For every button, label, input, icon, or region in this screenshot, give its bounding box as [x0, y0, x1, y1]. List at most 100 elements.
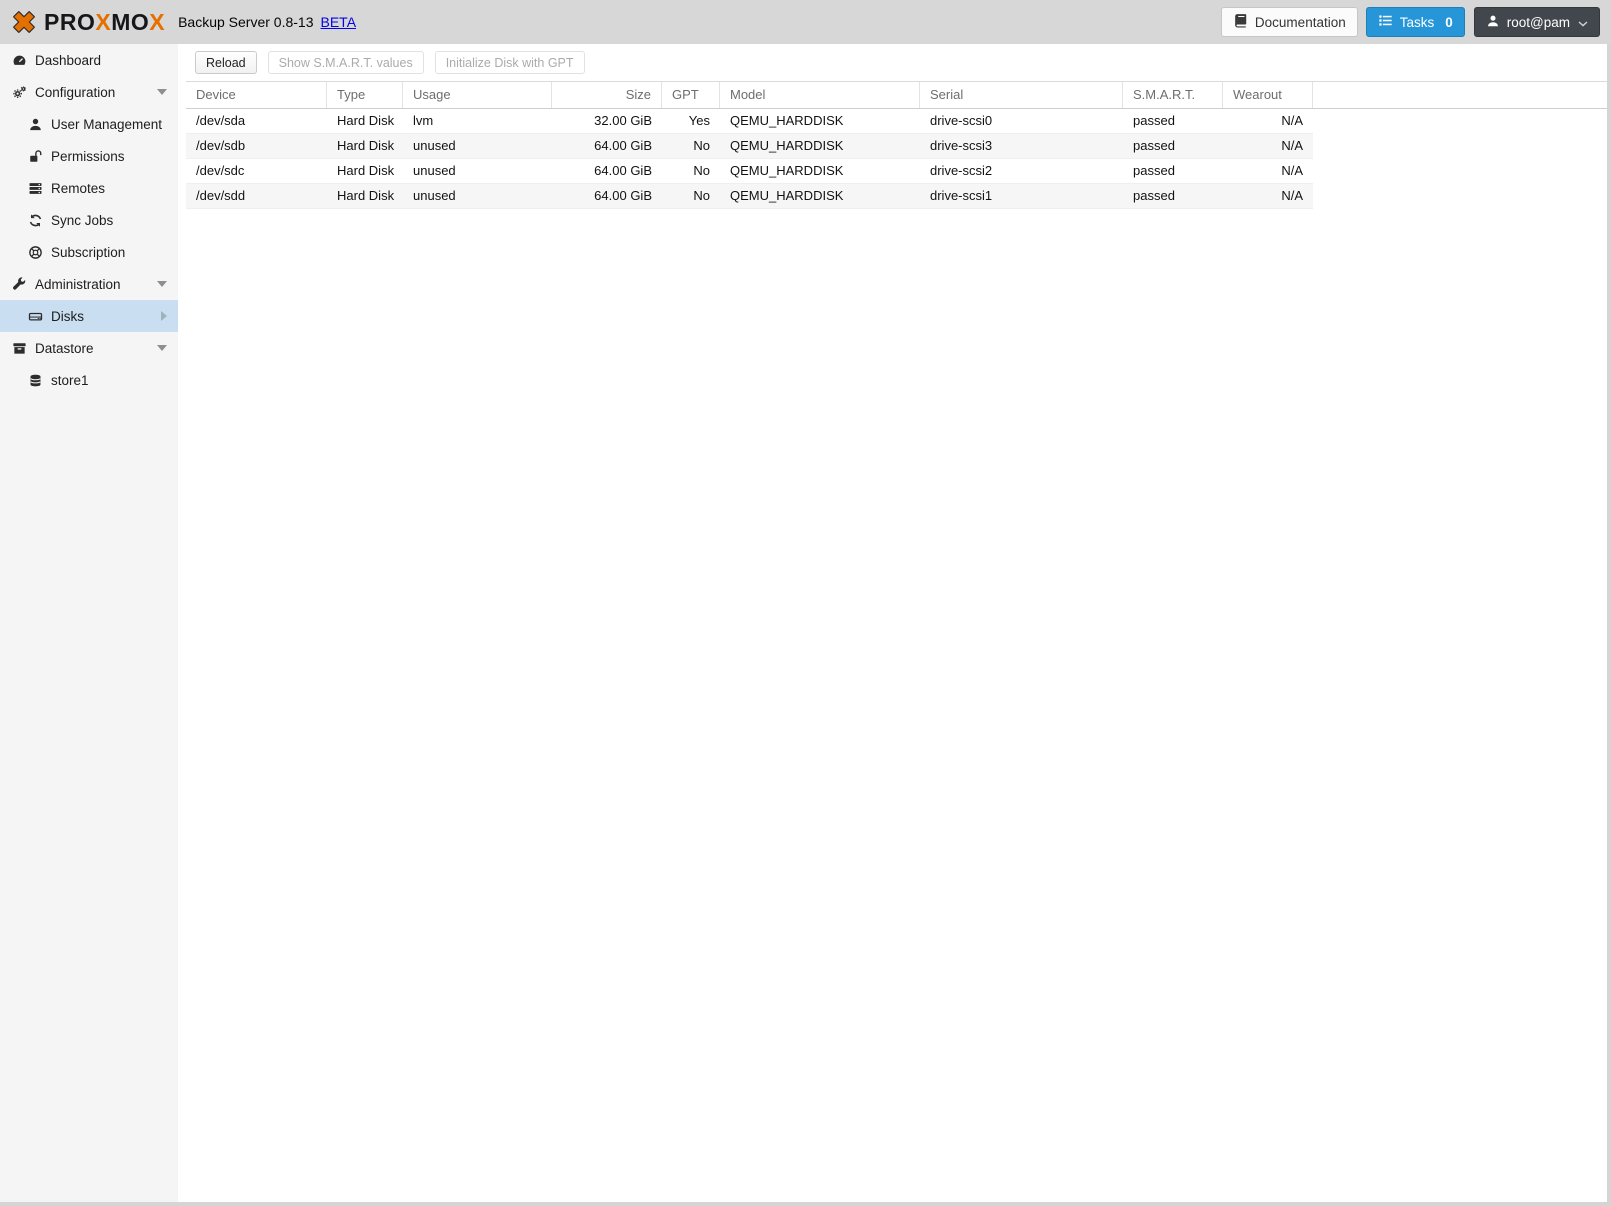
cell-size: 64.00 GiB [594, 188, 652, 203]
sidebar-item-remotes[interactable]: Remotes [0, 172, 178, 204]
user-label: root@pam [1506, 14, 1570, 30]
expand-arrow-icon[interactable] [161, 311, 167, 321]
sidebar-item-label: User Management [51, 116, 163, 132]
cell-serial: drive-scsi0 [930, 113, 993, 128]
database-icon [27, 373, 43, 388]
column-header-model[interactable]: Model [720, 82, 920, 108]
brand-text: PROXMOX [44, 8, 166, 35]
sidebar-item-label: Disks [51, 308, 84, 324]
sidebar-item-datastore[interactable]: Datastore [0, 332, 178, 364]
column-header-serial[interactable]: Serial [920, 82, 1123, 108]
collapse-arrow-icon[interactable] [157, 89, 167, 95]
sidebar: Dashboard Configuration User Management … [0, 44, 178, 1202]
sidebar-item-user-management[interactable]: User Management [0, 108, 178, 140]
task-list-icon [1378, 13, 1393, 31]
cell-serial: drive-scsi3 [930, 138, 993, 153]
sidebar-item-store1[interactable]: store1 [0, 364, 178, 396]
proxmox-backup-app: PROXMOX Backup Server 0.8-13 BETA Docume… [0, 0, 1611, 1206]
cell-device: /dev/sdc [196, 163, 245, 178]
cell-type: Hard Disk [337, 188, 395, 203]
column-header-wearout[interactable]: Wearout [1223, 82, 1313, 108]
cell-device: /dev/sdb [196, 138, 246, 153]
cell-device: /dev/sda [196, 113, 246, 128]
cell-type: Hard Disk [337, 163, 395, 178]
cell-gpt: No [693, 163, 710, 178]
hdd-icon [27, 309, 43, 324]
unlock-icon [27, 149, 43, 164]
archive-icon [11, 341, 27, 356]
user-icon [27, 117, 43, 132]
column-header-type[interactable]: Type [327, 82, 403, 108]
cell-wearout: N/A [1281, 138, 1303, 153]
app-header: PROXMOX Backup Server 0.8-13 BETA Docume… [0, 0, 1611, 44]
app-title: Backup Server 0.8-13 [178, 14, 314, 30]
sidebar-item-permissions[interactable]: Permissions [0, 140, 178, 172]
column-header-smart[interactable]: S.M.A.R.T. [1123, 82, 1223, 108]
column-header-gpt[interactable]: GPT [662, 82, 720, 108]
book-icon [1233, 13, 1248, 31]
column-header-usage[interactable]: Usage [403, 82, 552, 108]
cell-smart: passed [1133, 113, 1175, 128]
documentation-label: Documentation [1254, 14, 1346, 30]
life-ring-icon [27, 245, 43, 260]
table-body: /dev/sda Hard Disk lvm 32.00 GiB Yes QEM… [186, 109, 1313, 209]
init-gpt-button[interactable]: Initialize Disk with GPT [434, 51, 585, 74]
cell-size: 64.00 GiB [594, 163, 652, 178]
tasks-count-badge: 0 [1445, 14, 1453, 30]
beta-link[interactable]: BETA [321, 14, 357, 30]
reload-button[interactable]: Reload [195, 51, 257, 74]
table-row-sda[interactable]: /dev/sda Hard Disk lvm 32.00 GiB Yes QEM… [186, 109, 1313, 134]
sidebar-item-label: Dashboard [35, 52, 102, 68]
tasks-button[interactable]: Tasks 0 [1365, 7, 1465, 37]
cell-gpt: No [693, 188, 710, 203]
proxmox-x-icon [13, 11, 35, 33]
collapse-arrow-icon[interactable] [157, 281, 167, 287]
main-panel: Reload Show S.M.A.R.T. values Initialize… [178, 44, 1607, 1202]
show-smart-button[interactable]: Show S.M.A.R.T. values [267, 51, 424, 74]
sidebar-item-label: Subscription [51, 244, 126, 260]
cell-wearout: N/A [1281, 188, 1303, 203]
documentation-button[interactable]: Documentation [1220, 7, 1358, 37]
sync-icon [27, 213, 43, 228]
sidebar-item-subscription[interactable]: Subscription [0, 236, 178, 268]
user-menu-button[interactable]: root@pam [1473, 7, 1600, 37]
user-icon [1486, 14, 1500, 31]
column-header-device[interactable]: Device [186, 82, 327, 108]
cell-serial: drive-scsi2 [930, 163, 993, 178]
disks-table: Device Type Usage Size GPT Model Serial … [186, 81, 1607, 209]
cell-usage: unused [413, 138, 456, 153]
cell-gpt: Yes [688, 113, 710, 128]
tasks-label: Tasks [1399, 14, 1435, 30]
toolbar: Reload Show S.M.A.R.T. values Initialize… [186, 44, 1607, 81]
sidebar-item-disks[interactable]: Disks [0, 300, 178, 332]
sidebar-item-configuration[interactable]: Configuration [0, 76, 178, 108]
sidebar-item-label: Configuration [35, 84, 116, 100]
cell-usage: lvm [413, 113, 434, 128]
proxmox-logo: PROXMOX [9, 7, 165, 37]
table-row-sdc[interactable]: /dev/sdc Hard Disk unused 64.00 GiB No Q… [186, 159, 1313, 184]
chevron-down-icon [1578, 15, 1588, 30]
cell-model: QEMU_HARDDISK [730, 138, 844, 153]
cell-size: 64.00 GiB [594, 138, 652, 153]
collapse-arrow-icon[interactable] [157, 345, 167, 351]
sidebar-item-dashboard[interactable]: Dashboard [0, 44, 178, 76]
cell-size: 32.00 GiB [594, 113, 652, 128]
sidebar-item-administration[interactable]: Administration [0, 268, 178, 300]
cell-smart: passed [1133, 163, 1175, 178]
cell-usage: unused [413, 188, 456, 203]
dashboard-icon [11, 53, 27, 68]
cell-model: QEMU_HARDDISK [730, 188, 844, 203]
column-header-size[interactable]: Size [552, 82, 662, 108]
sidebar-item-label: Permissions [51, 148, 125, 164]
cell-model: QEMU_HARDDISK [730, 163, 844, 178]
cell-serial: drive-scsi1 [930, 188, 993, 203]
column-header-filler [1313, 82, 1607, 108]
cell-device: /dev/sdd [196, 188, 246, 203]
table-row-sdb[interactable]: /dev/sdb Hard Disk unused 64.00 GiB No Q… [186, 134, 1313, 159]
sidebar-item-sync-jobs[interactable]: Sync Jobs [0, 204, 178, 236]
cell-type: Hard Disk [337, 138, 395, 153]
cell-smart: passed [1133, 188, 1175, 203]
cell-type: Hard Disk [337, 113, 395, 128]
cell-model: QEMU_HARDDISK [730, 113, 844, 128]
table-row-sdd[interactable]: /dev/sdd Hard Disk unused 64.00 GiB No Q… [186, 184, 1313, 209]
